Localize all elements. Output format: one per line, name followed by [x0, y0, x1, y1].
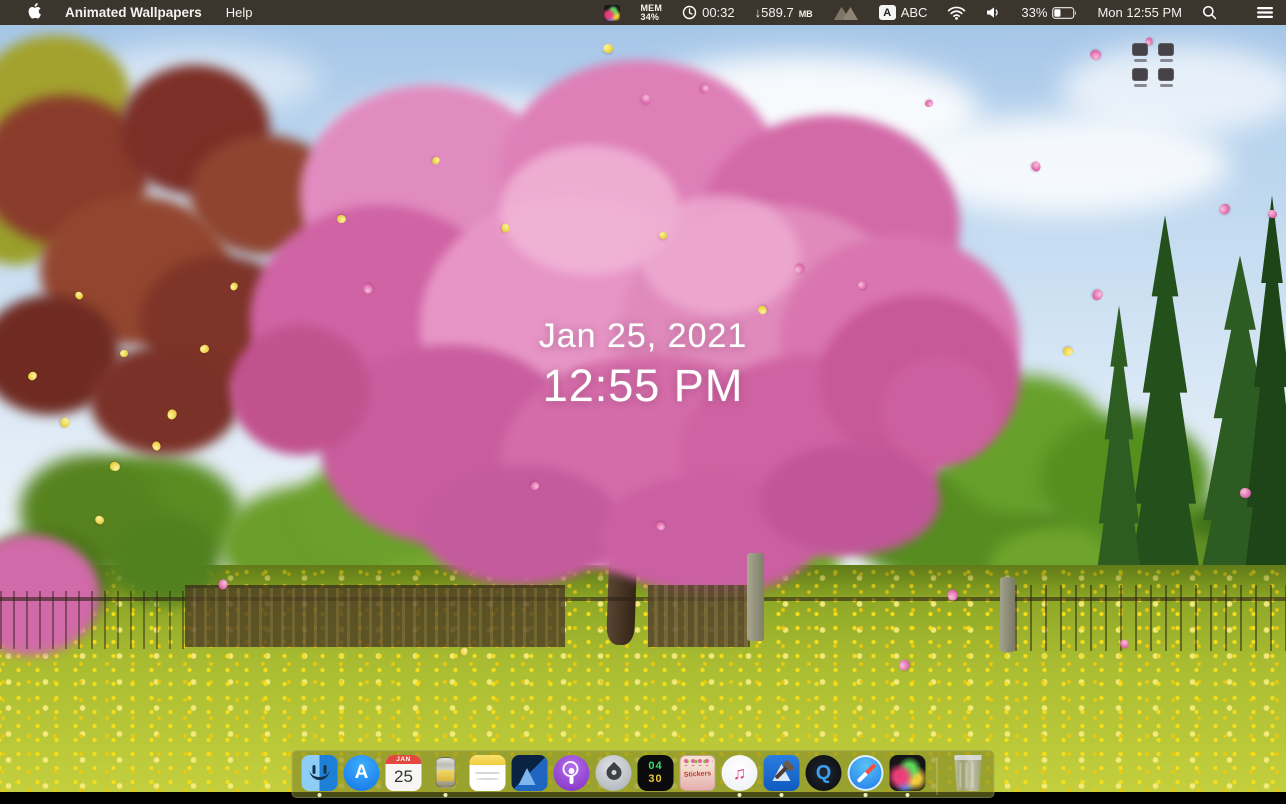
petal [897, 657, 912, 673]
download-speed-status[interactable]: ↓589.7 MB [755, 5, 813, 20]
petal [430, 155, 442, 166]
petal [756, 304, 769, 316]
battery-icon [1052, 6, 1077, 19]
dock-icon-rocket[interactable] [595, 755, 633, 797]
wallpaper-clock-overlay: Jan 25, 2021 12:55 PM [0, 317, 1286, 412]
petal [699, 83, 710, 95]
overlay-time: 12:55 PM [542, 360, 744, 411]
petal [229, 281, 239, 292]
petal [73, 290, 85, 301]
input-layout-label: ABC [900, 5, 928, 20]
overlay-date: Jan 25, 2021 [538, 317, 748, 355]
petal [93, 514, 106, 526]
input-source-switcher[interactable]: A ABC [878, 5, 928, 20]
petal [856, 279, 869, 291]
desktop: Animated Wallpapers Help MEM 34% 00:32 ↓… [0, 0, 1286, 804]
dock-icon-trash[interactable] [948, 755, 986, 797]
download-unit: MB [798, 9, 813, 19]
desktop-stack-icon[interactable] [1132, 43, 1174, 87]
menu-clock[interactable]: Mon 12:55 PM [1097, 5, 1182, 20]
dock-icon-battery[interactable] [427, 755, 465, 797]
dock-icon-quicktime[interactable]: Q [805, 755, 843, 797]
petal [361, 281, 375, 296]
petal [654, 520, 667, 532]
petal [500, 222, 511, 234]
volume-icon[interactable] [986, 6, 1001, 19]
petal [60, 417, 70, 428]
dock-separator [936, 757, 938, 795]
wallpaper-app-status-icon[interactable] [604, 4, 621, 21]
input-letter-badge: A [878, 5, 896, 20]
dock-icon-finder[interactable] [301, 755, 339, 797]
battery-status[interactable]: 33% [1021, 5, 1077, 20]
dock-icon-calendar[interactable]: JAN 25 [385, 755, 423, 797]
timer-status[interactable]: 00:32 [682, 5, 735, 20]
clock-outline-icon [682, 5, 697, 20]
dock-icon-podcasts[interactable] [553, 755, 591, 797]
petal [150, 440, 163, 452]
dock-icon-stickers[interactable]: Stickers [679, 755, 717, 797]
petal [109, 461, 121, 472]
memory-status[interactable]: MEM 34% [640, 4, 662, 21]
dock-icon-animated-wallpapers[interactable] [889, 755, 927, 797]
petal [459, 646, 469, 657]
dock-icon-watch-clock[interactable]: 04 30 [637, 755, 675, 797]
confetti-icon [604, 4, 621, 21]
dock-icon-app-store[interactable]: A [343, 755, 381, 797]
petal [794, 263, 804, 274]
petal [639, 92, 653, 107]
running-indicator-dot [905, 793, 910, 797]
wifi-icon[interactable] [947, 6, 966, 20]
petal [1118, 638, 1131, 650]
petal [1239, 487, 1252, 499]
petal [657, 230, 669, 241]
download-value: ↓589.7 [754, 5, 794, 20]
menu-help[interactable]: Help [226, 5, 253, 20]
petal [217, 578, 229, 591]
petal [1090, 287, 1105, 303]
spotlight-search-icon[interactable] [1202, 5, 1217, 20]
stack-cell [1132, 68, 1148, 87]
dock-icon-music[interactable]: ♫ [721, 755, 759, 797]
running-indicator-dot [737, 793, 742, 797]
apple-menu-icon[interactable] [28, 3, 41, 22]
petal [924, 98, 934, 109]
petal [603, 44, 613, 53]
dock-icon-notes[interactable] [469, 755, 507, 797]
petal [946, 588, 959, 602]
petal [1217, 201, 1232, 217]
petal [528, 480, 541, 492]
app-menu-title[interactable]: Animated Wallpapers [65, 5, 202, 20]
dock-icon-xcode[interactable] [763, 755, 801, 797]
list-menu-icon[interactable] [1257, 6, 1274, 19]
stack-cell [1132, 43, 1148, 62]
running-indicator-dot [443, 793, 448, 797]
wallpaper: Jan 25, 2021 12:55 PM [0, 25, 1286, 792]
mountain-icon[interactable] [833, 5, 859, 20]
petal [1267, 209, 1278, 219]
running-indicator-dot [317, 793, 322, 797]
petal [1029, 160, 1043, 173]
petal [336, 214, 347, 224]
battery-percent: 33% [1021, 5, 1048, 20]
menu-bar: Animated Wallpapers Help MEM 34% 00:32 ↓… [0, 0, 1286, 25]
petal [1088, 47, 1103, 63]
stack-cell [1158, 68, 1174, 87]
dock: A JAN 25 04 30 Stickers ♫ Q [291, 750, 995, 798]
running-indicator-dot [863, 793, 868, 797]
dock-icon-affinity-designer[interactable] [511, 755, 549, 797]
memory-value: 34% [640, 11, 660, 22]
dock-icon-safari[interactable] [847, 755, 885, 797]
running-indicator-dot [779, 793, 784, 797]
stack-cell [1158, 43, 1174, 62]
timer-value: 00:32 [702, 5, 735, 20]
